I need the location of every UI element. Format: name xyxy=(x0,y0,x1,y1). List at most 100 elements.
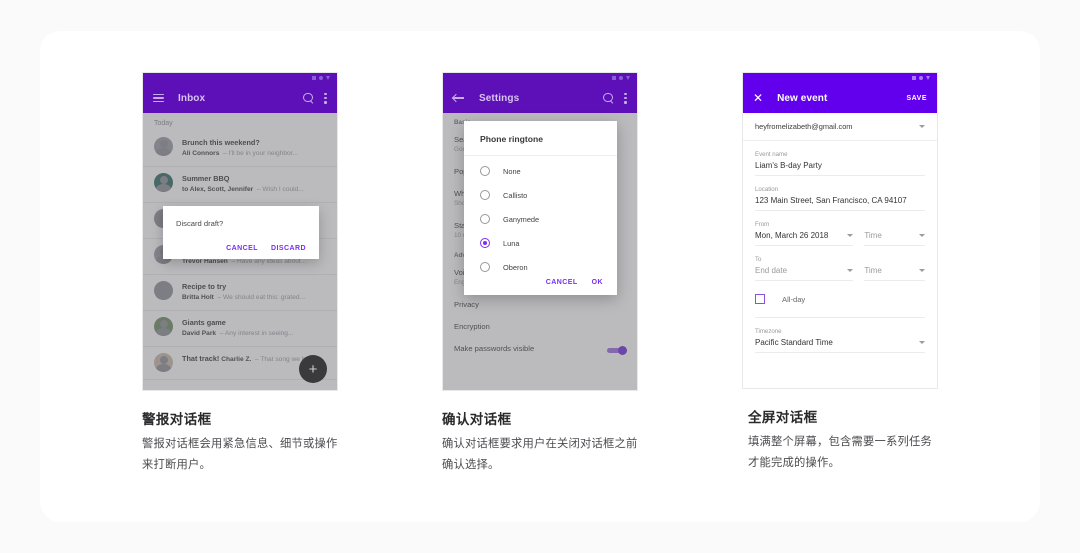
app-bar-new-event: ✕ New event SAVE xyxy=(743,83,937,113)
event-name-label: Event name xyxy=(755,151,788,158)
chevron-down-icon[interactable] xyxy=(919,341,925,344)
chevron-down-icon[interactable] xyxy=(847,234,854,237)
account-email: heyfromelizabeth@gmail.com xyxy=(755,122,853,131)
all-day-checkbox[interactable] xyxy=(755,294,765,304)
battery-icon xyxy=(926,76,930,80)
from-time-value: Time xyxy=(864,231,882,240)
wifi-icon xyxy=(919,76,923,80)
alert-dialog-title: Discard draft? xyxy=(176,219,224,228)
ok-button[interactable]: OK xyxy=(592,279,603,286)
content-card: Inbox Today Brunch this weekend? Ali Con… xyxy=(40,31,1040,522)
from-time-select[interactable]: Time xyxy=(864,228,925,246)
confirmation-dialog-title: Phone ringtone xyxy=(464,121,617,156)
from-date-select[interactable]: Mon, March 26 2018 xyxy=(755,228,854,246)
ringtone-option-label: Callisto xyxy=(503,190,528,200)
caption-title: 警报对话框 xyxy=(142,412,212,427)
save-button[interactable]: SAVE xyxy=(906,95,927,102)
cancel-button[interactable]: CANCEL xyxy=(226,245,258,252)
status-bar xyxy=(443,73,637,83)
account-selector[interactable]: heyfromelizabeth@gmail.com xyxy=(743,113,937,141)
from-date-value: Mon, March 26 2018 xyxy=(755,231,829,240)
ringtone-option[interactable]: Callisto xyxy=(464,183,617,207)
back-arrow-icon[interactable] xyxy=(453,92,465,104)
alert-dialog-actions: CANCEL DISCARD xyxy=(176,245,306,252)
page-root: Inbox Today Brunch this weekend? Ali Con… xyxy=(0,0,1080,553)
alert-dialog: Discard draft? CANCEL DISCARD xyxy=(163,206,319,259)
ringtone-option[interactable]: Oberon xyxy=(464,255,617,272)
timezone-group: Timezone Pacific Standard Time xyxy=(743,328,937,353)
ringtone-option-selected[interactable]: Luna xyxy=(464,231,617,255)
location-label: Location xyxy=(755,186,779,193)
phone-mockup-inbox: Inbox Today Brunch this weekend? Ali Con… xyxy=(142,72,338,391)
timezone-value: Pacific Standard Time xyxy=(755,338,833,347)
caption-confirmation-dialog: 确认对话框 确认对话框要求用户在关闭对话框之前确认选择。 xyxy=(442,408,638,476)
wifi-icon xyxy=(619,76,623,80)
chevron-down-icon[interactable] xyxy=(919,234,925,237)
ringtone-option-label: Ganymede xyxy=(503,214,540,224)
to-date-select[interactable]: End date xyxy=(755,263,854,281)
phone-mockup-new-event: ✕ New event SAVE heyfromelizabeth@gmail.… xyxy=(742,72,938,389)
hamburger-icon[interactable] xyxy=(153,93,164,103)
divider xyxy=(755,317,925,318)
chevron-down-icon[interactable] xyxy=(919,269,925,272)
app-bar-title: New event xyxy=(777,92,828,104)
signal-icon xyxy=(912,76,916,80)
signal-icon xyxy=(612,76,616,80)
battery-icon xyxy=(326,76,330,80)
ringtone-option-label: None xyxy=(503,166,521,176)
chevron-down-icon[interactable] xyxy=(919,125,925,128)
caption-title: 全屏对话框 xyxy=(748,410,818,425)
new-event-form: heyfromelizabeth@gmail.com Event name Li… xyxy=(743,113,937,388)
status-bar xyxy=(143,73,337,83)
ringtone-option-list[interactable]: None Callisto Ganymede Luna Oberon xyxy=(464,156,617,272)
overflow-menu-icon[interactable] xyxy=(324,92,327,104)
radio-icon[interactable] xyxy=(480,214,490,224)
app-bar-title: Inbox xyxy=(178,92,206,104)
signal-icon xyxy=(312,76,316,80)
ringtone-option[interactable]: Ganymede xyxy=(464,207,617,231)
event-name-input[interactable]: Liam's B-day Party xyxy=(755,158,925,176)
timezone-label: Timezone xyxy=(755,328,782,335)
compose-fab[interactable]: + xyxy=(299,355,327,383)
form-fields: Event name Liam's B-day Party Location 1… xyxy=(743,151,937,315)
caption-fullscreen-dialog: 全屏对话框 填满整个屏幕，包含需要一系列任务才能完成的操作。 xyxy=(742,406,938,474)
app-bar-settings: Settings xyxy=(443,83,637,113)
ringtone-option-label: Oberon xyxy=(503,262,528,272)
timezone-select[interactable]: Pacific Standard Time xyxy=(755,335,925,353)
radio-icon[interactable] xyxy=(480,190,490,200)
radio-icon[interactable] xyxy=(480,166,490,176)
all-day-label: All-day xyxy=(782,294,806,304)
ringtone-option-label: Luna xyxy=(503,238,520,248)
caption-body: 填满整个屏幕，包含需要一系列任务才能完成的操作。 xyxy=(748,436,932,469)
app-bar-title: Settings xyxy=(479,92,520,104)
search-icon[interactable] xyxy=(303,92,314,104)
to-date-value: End date xyxy=(755,266,788,275)
from-label: From xyxy=(755,221,770,228)
confirmation-dialog: Phone ringtone None Callisto Ganymede Lu… xyxy=(464,121,617,295)
app-bar-inbox: Inbox xyxy=(143,83,337,113)
chevron-down-icon[interactable] xyxy=(847,269,854,272)
radio-icon[interactable] xyxy=(480,262,490,272)
overflow-menu-icon[interactable] xyxy=(624,92,627,104)
cancel-button[interactable]: CANCEL xyxy=(546,279,578,286)
confirmation-dialog-actions: CANCEL OK xyxy=(464,272,617,295)
battery-icon xyxy=(626,76,630,80)
column-alert-dialog: Inbox Today Brunch this weekend? Ali Con… xyxy=(142,72,338,522)
to-label: To xyxy=(755,256,762,263)
wifi-icon xyxy=(319,76,323,80)
phone-mockup-settings: Settings Basic Search Google Popup xyxy=(442,72,638,391)
ringtone-option[interactable]: None xyxy=(464,159,617,183)
location-input[interactable]: 123 Main Street, San Francisco, CA 94107 xyxy=(755,193,925,211)
close-icon[interactable]: ✕ xyxy=(753,92,763,104)
status-bar xyxy=(743,73,937,83)
radio-icon-selected[interactable] xyxy=(480,238,490,248)
to-time-value: Time xyxy=(864,266,882,275)
all-day-row[interactable]: All-day xyxy=(755,281,925,315)
discard-button[interactable]: DISCARD xyxy=(271,245,306,252)
search-icon[interactable] xyxy=(603,92,614,104)
caption-body: 警报对话框会用紧急信息、细节或操作来打断用户。 xyxy=(142,438,338,471)
column-fullscreen-dialog: ✕ New event SAVE heyfromelizabeth@gmail.… xyxy=(742,72,938,522)
caption-title: 确认对话框 xyxy=(442,412,512,427)
to-time-select[interactable]: Time xyxy=(864,263,925,281)
column-confirmation-dialog: Settings Basic Search Google Popup xyxy=(442,72,638,522)
